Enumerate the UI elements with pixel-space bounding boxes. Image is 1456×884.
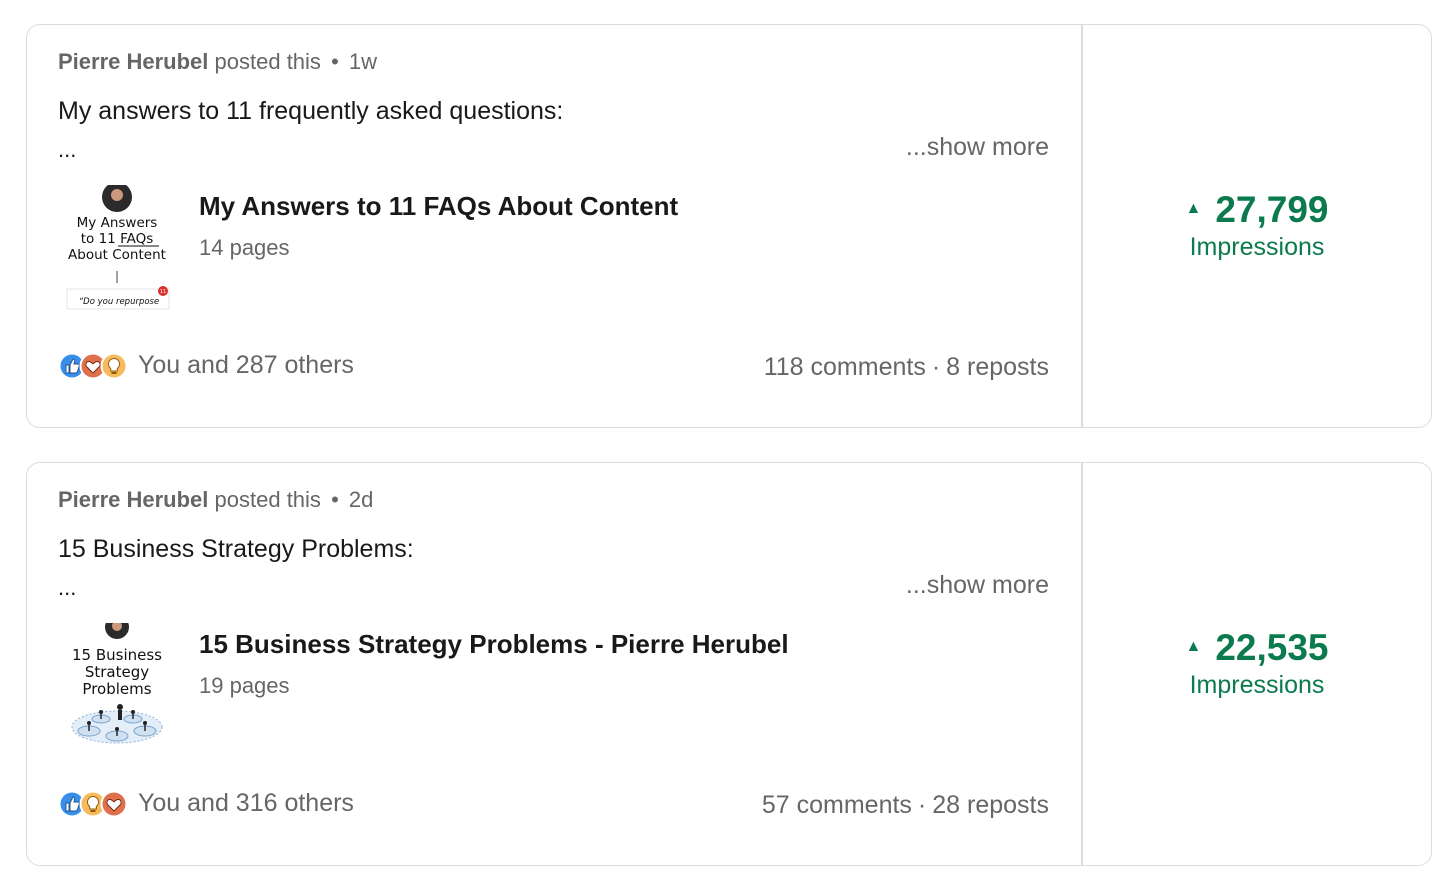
reactions-text: You and 316 others [138, 789, 354, 817]
impressions-panel[interactable]: ▲ 27,799 Impressions [1083, 25, 1431, 427]
document-pages: 19 pages [199, 673, 290, 698]
impressions-value: ▲ 27,799 [1185, 189, 1328, 231]
document-title[interactable]: 15 Business Strategy Problems - Pierre H… [199, 629, 789, 660]
svg-text:“Do you repurpose: “Do you repurpose [79, 297, 159, 307]
thumb-line: Strategy [85, 663, 149, 681]
post-action: posted this [214, 487, 321, 512]
thumb-line: 15 Business [72, 646, 162, 664]
post-card: Pierre Herubel posted this • 1w My answe… [26, 24, 1432, 428]
meta-dot: • [331, 487, 339, 512]
impressions-label: Impressions [1189, 671, 1325, 699]
post-headline: 15 Business Strategy Problems: [58, 535, 414, 563]
reaction-icons [58, 352, 128, 380]
post-meta: Pierre Herubel posted this • 1w [58, 49, 377, 75]
svg-text:11: 11 [160, 289, 166, 295]
impressions-number: 22,535 [1215, 627, 1329, 668]
show-more-button[interactable]: ...show more [906, 133, 1049, 162]
impressions-label: Impressions [1189, 233, 1325, 261]
trend-up-icon: ▲ [1185, 638, 1202, 655]
trend-up-icon: ▲ [1185, 200, 1202, 217]
thumb-line: Problems [82, 680, 151, 698]
thumb-line: My Answers [77, 215, 158, 231]
team-network-icon [71, 704, 163, 744]
thumb-line: to 11 FAQs [81, 231, 154, 247]
reposts-count[interactable]: 8 reposts [946, 353, 1049, 381]
document-thumbnail[interactable]: My Answers to 11 FAQs About Content 11 “… [61, 185, 173, 313]
reactions-summary[interactable]: You and 287 others [58, 351, 354, 380]
reactions-text: You and 287 others [138, 351, 354, 379]
post-action: posted this [214, 49, 321, 74]
impressions-value: ▲ 22,535 [1185, 627, 1328, 669]
love-icon [100, 790, 128, 817]
meta-dot: • [331, 49, 339, 74]
comments-count[interactable]: 57 comments [762, 791, 912, 819]
show-more-button[interactable]: ...show more [906, 571, 1049, 600]
counts-separator: · [931, 353, 941, 381]
comments-count[interactable]: 118 comments [764, 353, 926, 381]
post-ellipsis: ... [58, 137, 77, 162]
reactions-summary[interactable]: You and 316 others [58, 789, 354, 818]
insightful-icon [100, 352, 128, 379]
document-pages: 14 pages [199, 235, 290, 260]
thumb-line: About Content [68, 247, 166, 263]
reposts-count[interactable]: 28 reposts [932, 791, 1049, 819]
counts-separator: · [917, 791, 927, 819]
impressions-panel[interactable]: ▲ 22,535 Impressions [1083, 463, 1431, 865]
reaction-icons [58, 790, 128, 818]
engagement-counts: 57 comments · 28 reposts [762, 791, 1049, 820]
post-time: 1w [348, 49, 378, 74]
author-name[interactable]: Pierre Herubel [58, 487, 208, 512]
impressions-number: 27,799 [1215, 189, 1329, 230]
document-title[interactable]: My Answers to 11 FAQs About Content [199, 191, 678, 222]
post-headline: My answers to 11 frequently asked questi… [58, 97, 564, 125]
engagement-counts: 118 comments · 8 reposts [764, 353, 1049, 382]
post-meta: Pierre Herubel posted this • 2d [58, 487, 373, 513]
post-ellipsis: ... [58, 575, 77, 600]
post-time: 2d [348, 487, 374, 512]
author-name[interactable]: Pierre Herubel [58, 49, 208, 74]
document-thumbnail[interactable]: 15 Business Strategy Problems [61, 623, 173, 751]
post-card: Pierre Herubel posted this • 2d 15 Busin… [26, 462, 1432, 866]
